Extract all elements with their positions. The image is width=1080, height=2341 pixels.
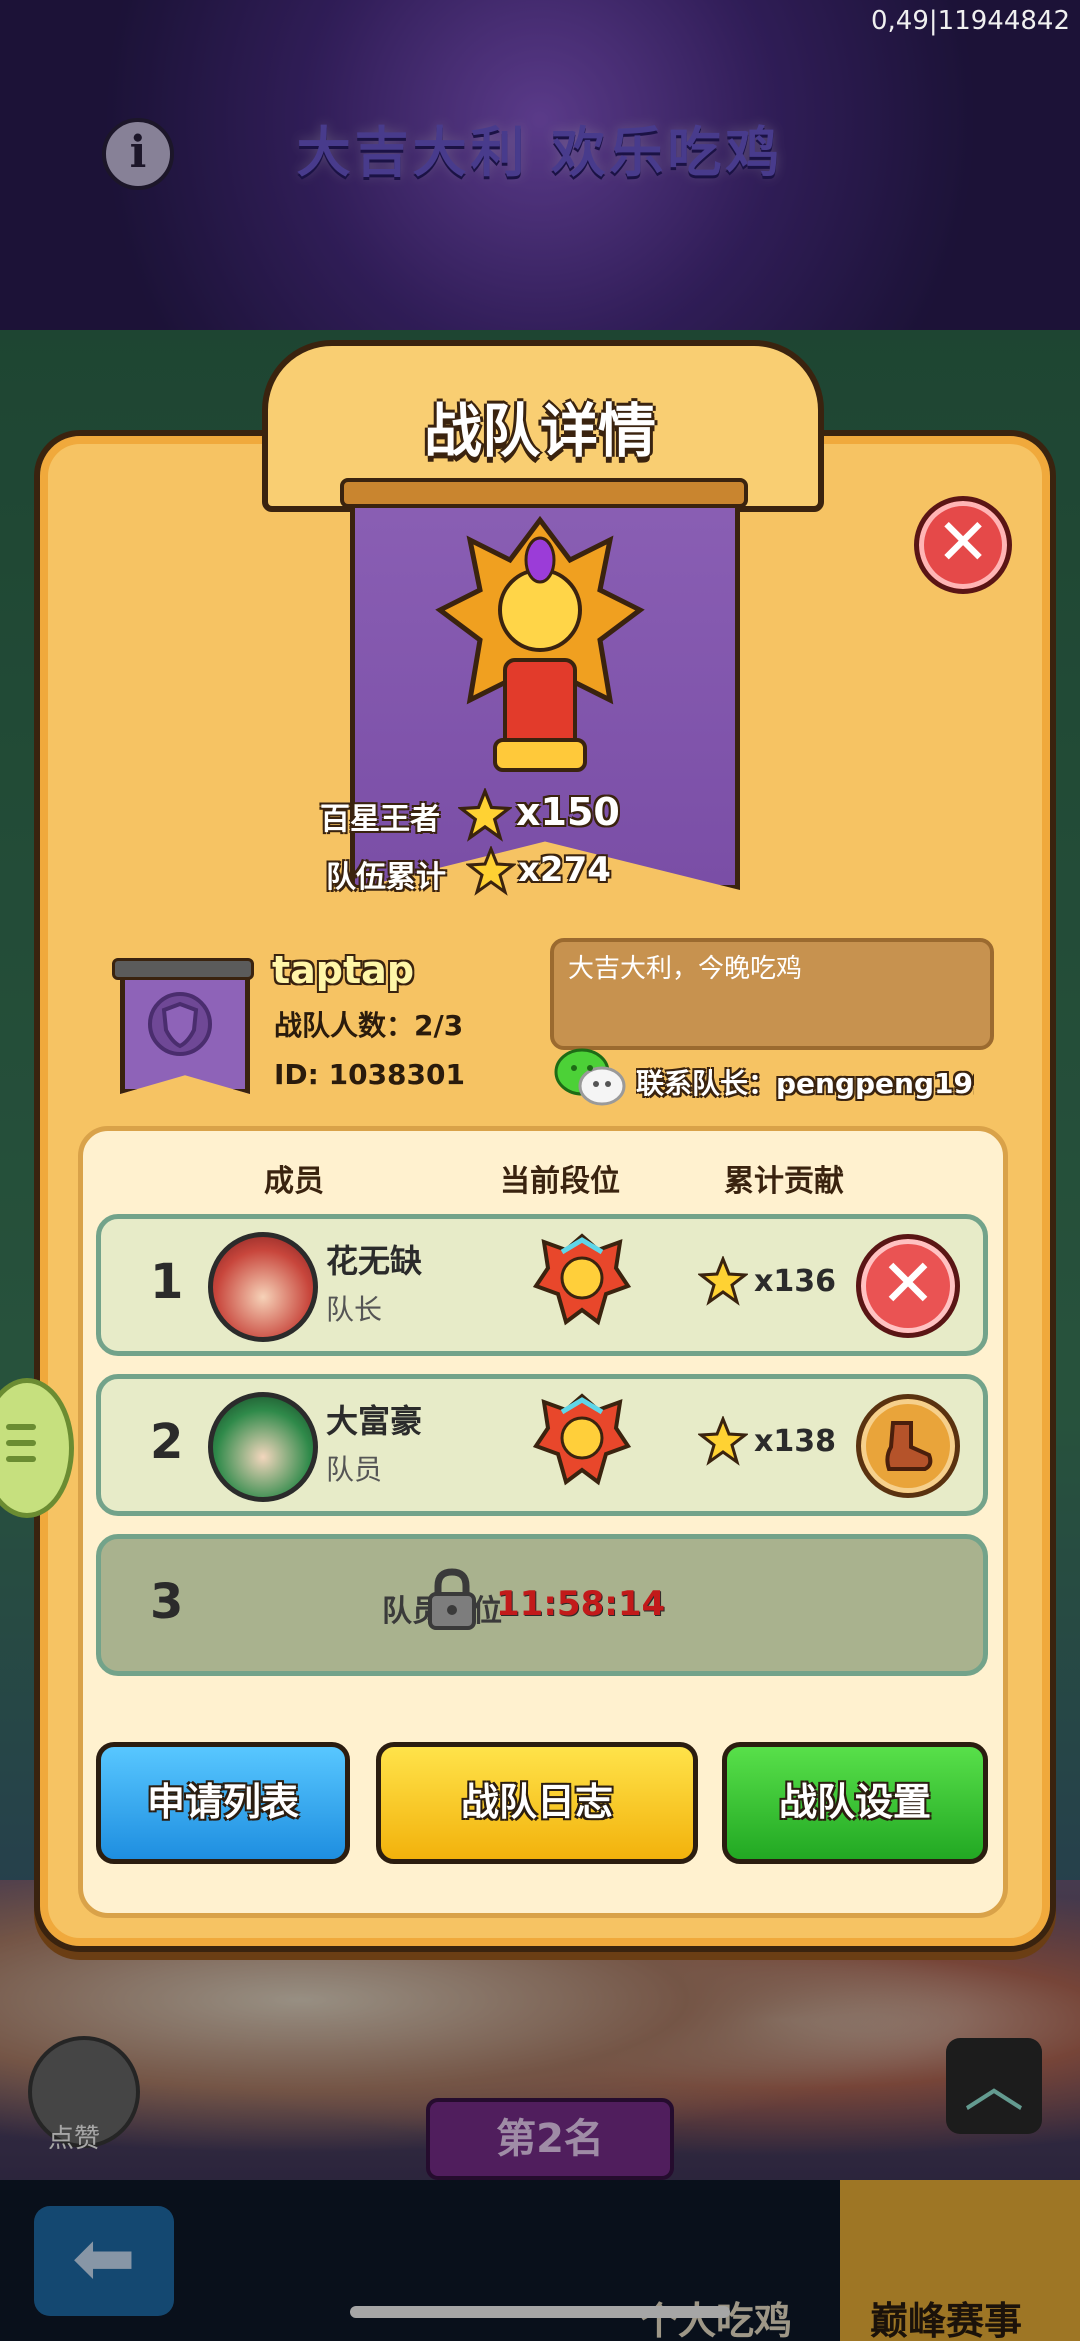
team-total-label: 队伍累计 [326,860,446,895]
team-member-count: 战队人数：2/3 [274,1009,464,1042]
header-member: 成员 [264,1164,324,1199]
star-icon [698,1416,748,1466]
member-name: 花无缺 [326,1242,423,1280]
team-id: ID: 1038301 [274,1058,465,1091]
star-icon [466,846,516,896]
apply-list-button[interactable]: 申请列表 [96,1742,350,1864]
kick-member-button[interactable] [856,1394,960,1498]
team-total-value: x274 [518,850,611,890]
dialog-title: 战队详情 [423,397,656,465]
member-role: 队长 [326,1293,383,1326]
menu-icon [6,1424,36,1462]
member-name: 大富豪 [326,1402,423,1440]
member-contribution: x136 [754,1264,836,1299]
captain-contact: 联系队长：pengpeng1999 [636,1067,974,1100]
hundred-star-value: x150 [516,790,620,834]
header-contribution: 累计贡献 [724,1164,844,1199]
star-icon [698,1256,748,1306]
team-motto: 大吉大利，今晚吃鸡 [568,954,803,984]
avatar[interactable] [208,1392,318,1502]
lock-icon [428,1568,476,1630]
member-contribution: x138 [754,1424,836,1459]
row-number: 3 [150,1574,184,1630]
rank-badge-icon [532,1393,632,1486]
row-number: 2 [150,1414,184,1470]
row-number: 1 [150,1254,184,1310]
team-log-button[interactable]: 战队日志 [376,1742,698,1864]
header-rank: 当前段位 [500,1164,620,1199]
avatar[interactable] [208,1232,318,1342]
star-icon [458,788,512,842]
team-flag-rod [112,958,254,980]
wechat-icon[interactable] [552,1046,628,1110]
boot-icon [885,1421,933,1471]
hundred-star-label: 百星王者 [320,802,440,837]
rank-badge-icon [532,1233,632,1326]
close-icon[interactable]: ✕ [914,496,1012,594]
unlock-timer: 11:58:14 [496,1584,666,1624]
shield-icon [148,992,212,1056]
team-name: taptap [272,948,415,992]
team-settings-button[interactable]: 战队设置 [722,1742,988,1864]
dragon-emblem [435,515,645,772]
member-role: 队员 [326,1453,383,1486]
remove-member-button[interactable]: ✕ [856,1234,960,1338]
debug-id: 0,49|11944842 [871,6,1070,36]
